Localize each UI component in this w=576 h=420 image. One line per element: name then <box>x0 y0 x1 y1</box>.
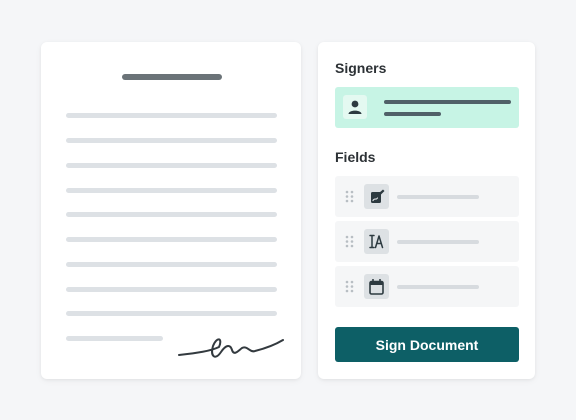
document-text-line <box>66 237 277 242</box>
document-text-line <box>66 138 277 143</box>
date-field-icon <box>364 274 389 299</box>
drag-handle-icon[interactable] <box>345 280 354 293</box>
field-item-signature[interactable] <box>335 176 519 217</box>
field-label-placeholder <box>397 195 479 199</box>
document-title-placeholder <box>122 74 222 80</box>
document-text-line <box>66 262 277 267</box>
document-text-line <box>66 113 277 118</box>
signing-sidebar: Signers Fields Sign Document <box>318 42 535 379</box>
field-label-placeholder <box>397 285 479 289</box>
signature-field-icon <box>364 184 389 209</box>
sign-document-button[interactable]: Sign Document <box>335 327 519 362</box>
signer-name-placeholder <box>384 100 511 104</box>
field-item-text[interactable] <box>335 221 519 262</box>
text-field-icon <box>364 229 389 254</box>
drag-handle-icon[interactable] <box>345 235 354 248</box>
signer-item[interactable] <box>335 87 519 128</box>
document-text-line <box>66 188 277 193</box>
document-text-line <box>66 336 163 341</box>
field-item-date[interactable] <box>335 266 519 307</box>
signer-email-placeholder <box>384 112 441 116</box>
document-preview <box>41 42 301 379</box>
user-icon <box>343 95 367 119</box>
document-text-line <box>66 287 277 292</box>
document-text-line <box>66 163 277 168</box>
fields-heading: Fields <box>335 149 376 165</box>
drag-handle-icon[interactable] <box>345 190 354 203</box>
document-text-line <box>66 212 277 217</box>
signers-heading: Signers <box>335 60 387 76</box>
signature-scribble-icon <box>178 338 284 358</box>
document-text-line <box>66 311 277 316</box>
field-label-placeholder <box>397 240 479 244</box>
